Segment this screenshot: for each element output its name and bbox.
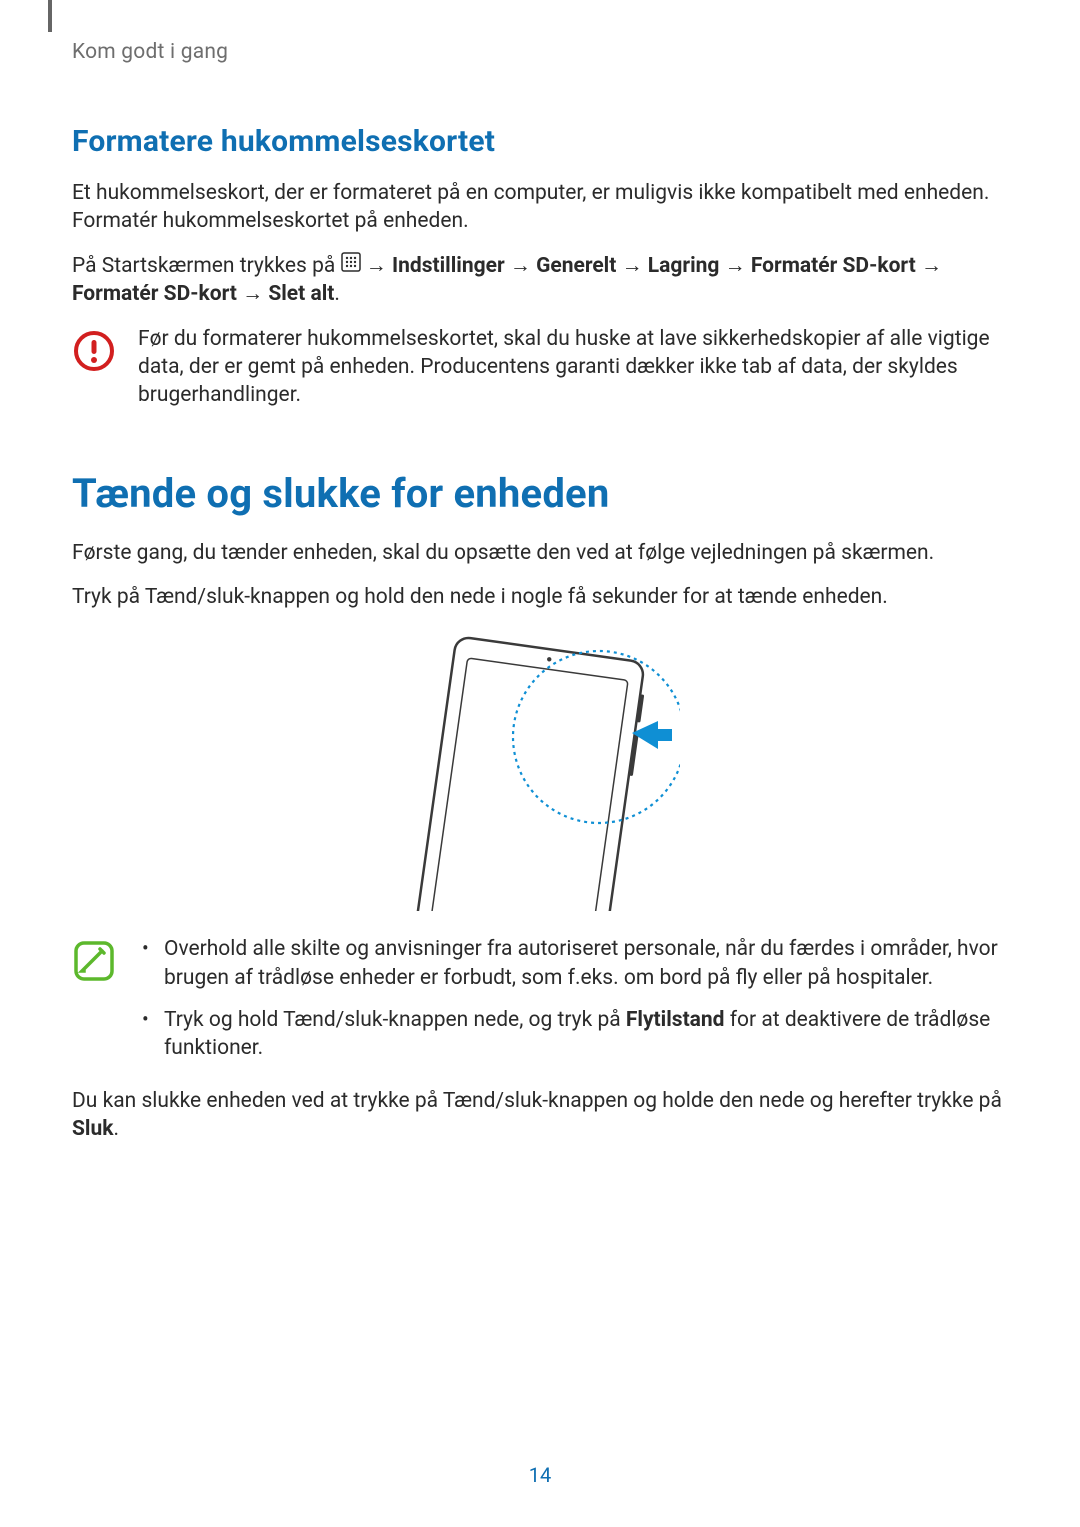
device-power-diagram-icon	[400, 631, 680, 911]
caution-icon	[72, 329, 116, 373]
bold-storage: Lagring	[648, 254, 720, 278]
bold-settings: Indstillinger	[392, 254, 505, 278]
arrow-text: →	[510, 254, 536, 278]
section-heading-format: Formatere hukommelseskortet	[72, 124, 1008, 159]
period: .	[334, 282, 340, 306]
device-figure	[72, 631, 1008, 911]
apps-grid-icon	[341, 252, 361, 280]
caution-text: Før du formaterer hukommelseskortet, ska…	[138, 325, 1008, 410]
power-paragraph-2: Tryk på Tænd/sluk-knappen og hold den ne…	[72, 583, 1008, 611]
note-icon	[72, 939, 116, 983]
text-span: På Startskærmen trykkes på	[72, 254, 341, 278]
power-paragraph-1: Første gang, du tænder enheden, skal du …	[72, 539, 1008, 567]
chapter-header: Kom godt i gang	[72, 40, 1008, 64]
bold-shutdown: Sluk	[72, 1117, 113, 1141]
arrow-text: →	[921, 254, 942, 278]
text-span: Du kan slukke enheden ved at trykke på T…	[72, 1089, 1002, 1113]
format-paragraph-1: Et hukommelseskort, der er formateret på…	[72, 179, 1008, 236]
bold-format-sd2: Formatér SD-kort	[72, 282, 237, 306]
bold-general: Generelt	[536, 254, 616, 278]
text-span: .	[113, 1117, 119, 1141]
page-tab-marker	[48, 0, 52, 32]
page-number: 14	[0, 1463, 1080, 1487]
arrow-text: →	[622, 254, 648, 278]
arrow-text: →	[242, 282, 268, 306]
note-list-item-1: Overhold alle skilte og anvisninger fra …	[138, 935, 1008, 992]
power-paragraph-3: Du kan slukke enheden ved at trykke på T…	[72, 1087, 1008, 1144]
bold-delete-all: Slet alt	[268, 282, 334, 306]
format-paragraph-2: På Startskærmen trykkes på → Indstilling…	[72, 252, 1008, 309]
note-callout: Overhold alle skilte og anvisninger fra …	[72, 935, 1008, 1076]
text-span: Tryk og hold Tænd/sluk-knappen nede, og …	[164, 1008, 626, 1032]
note-content: Overhold alle skilte og anvisninger fra …	[138, 935, 1008, 1076]
note-bullet-list: Overhold alle skilte og anvisninger fra …	[138, 935, 1008, 1062]
page-content: Kom godt i gang Formatere hukommelseskor…	[0, 0, 1080, 1199]
arrow-text: →	[366, 254, 392, 278]
section-heading-power: Tænde og slukke for enheden	[72, 470, 1008, 517]
arrow-text: →	[725, 254, 751, 278]
bold-format-sd: Formatér SD-kort	[751, 254, 916, 278]
note-list-item-2: Tryk og hold Tænd/sluk-knappen nede, og …	[138, 1006, 1008, 1063]
caution-callout: Før du formaterer hukommelseskortet, ska…	[72, 325, 1008, 410]
bold-flightmode: Flytilstand	[626, 1008, 725, 1032]
